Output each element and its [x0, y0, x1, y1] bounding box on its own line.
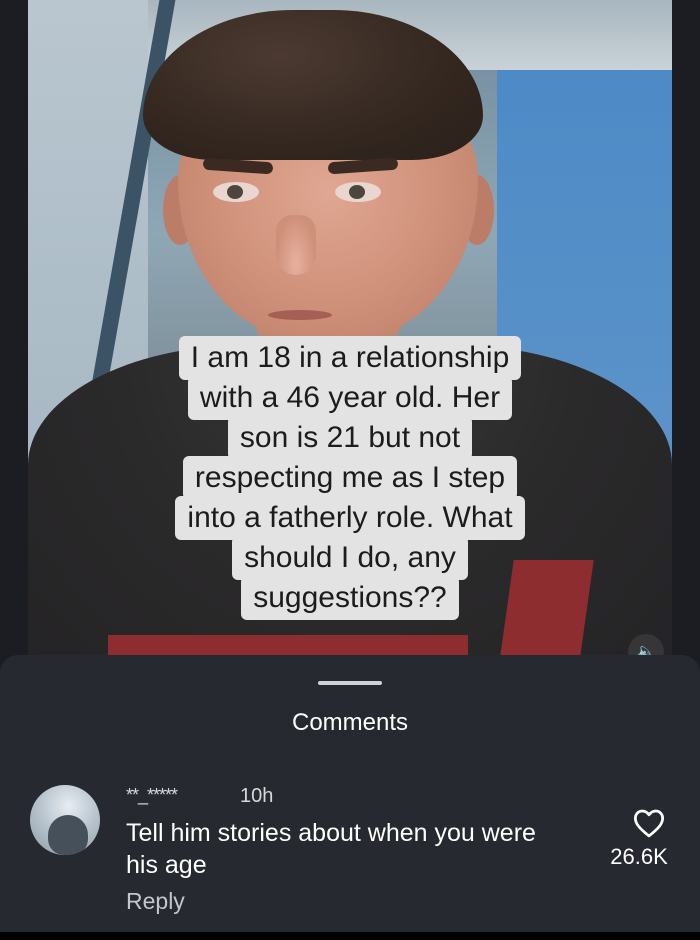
avatar-silhouette	[48, 815, 88, 855]
reply-button[interactable]: Reply	[126, 888, 185, 915]
comment-username[interactable]: **_*****	[126, 785, 178, 806]
bottom-edge	[0, 932, 700, 940]
video-caption: I am 18 in a relationship with a 46 year…	[0, 336, 700, 620]
mouth	[268, 310, 332, 320]
comment-timestamp: 10h	[240, 785, 274, 807]
caption-line: should I do, any	[232, 536, 468, 580]
eye	[213, 182, 259, 202]
eye	[335, 182, 381, 202]
drag-handle[interactable]	[318, 681, 382, 685]
comment-text: Tell him stories about when you were his…	[126, 819, 536, 879]
comments-title: Comments	[291, 709, 409, 736]
heart-outline-icon[interactable]	[632, 808, 666, 838]
caption-line: I am 18 in a relationship	[178, 336, 522, 380]
caption-line: respecting me as I step	[182, 456, 518, 500]
comments-sheet: Comments **_***** 10h Tell him stories a…	[0, 655, 700, 935]
caption-line: into a fatherly role. What	[175, 496, 525, 540]
like-button[interactable]: 26.6K	[610, 808, 684, 870]
nose	[276, 215, 316, 275]
caption-line: son is 21 but not	[227, 416, 473, 460]
like-count: 26.6K	[610, 844, 668, 869]
avatar[interactable]	[30, 785, 100, 855]
caption-line: suggestions??	[241, 576, 459, 620]
caption-line: with a 46 year old. Her	[187, 376, 513, 420]
